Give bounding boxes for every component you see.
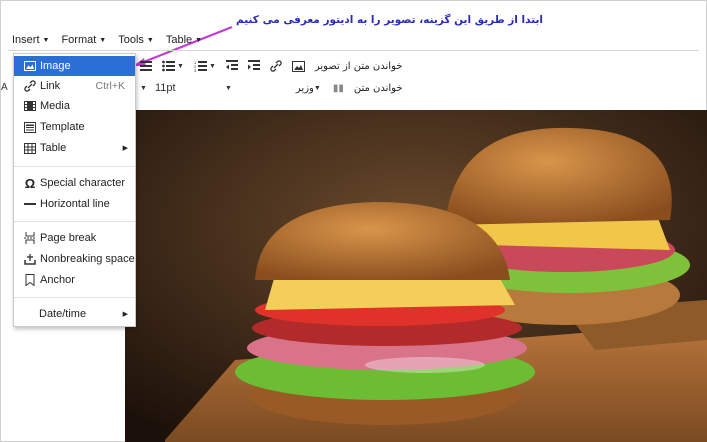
outdent-icon[interactable]: [225, 60, 238, 72]
bookmark-icon: [24, 274, 36, 286]
insert-menu-anchor-label: Anchor: [40, 274, 75, 286]
burger-photo[interactable]: [125, 110, 707, 442]
insert-menu-nonbreaking-space[interactable]: Nonbreaking space: [14, 249, 135, 269]
chevron-right-icon: ▶: [122, 311, 128, 318]
media-icon: [24, 100, 36, 112]
font-size-select[interactable]: 11pt: [155, 82, 225, 94]
menu-insert[interactable]: Insert ▼: [12, 34, 49, 46]
menu-table[interactable]: Table ▼: [166, 34, 202, 46]
insert-menu-image-label: Image: [40, 60, 71, 72]
insert-menu-page-break[interactable]: Page break: [14, 228, 135, 248]
read-text-from-image-button[interactable]: خواندن متن از تصویر: [315, 61, 403, 72]
horizontal-line-icon: [24, 198, 36, 210]
insert-menu-table[interactable]: Table ▶: [14, 138, 135, 158]
numbered-list-button[interactable]: 123 ▼: [194, 60, 216, 72]
insert-menu-horizontal-line-label: Horizontal line: [40, 198, 110, 210]
insert-menu-image[interactable]: Image: [14, 56, 135, 76]
omega-icon: Ω: [24, 175, 36, 191]
menu-separator: [14, 166, 135, 167]
bullet-list-button[interactable]: ▼: [162, 60, 184, 72]
page-break-icon: [24, 232, 36, 244]
insert-menu-template-label: Template: [40, 121, 85, 133]
menu-format-label: Format: [61, 34, 97, 46]
nonbreaking-space-icon: [24, 253, 36, 265]
caret-down-icon: ▼: [140, 84, 147, 92]
bullet-list-icon: [162, 60, 175, 72]
insert-dropdown-menu: Image Link Ctrl+K Media Template Table ▶…: [13, 53, 136, 327]
link-shortcut: Ctrl+K: [95, 80, 125, 92]
caret-down-icon: ▼: [42, 36, 50, 44]
caret-down-icon: ▼: [195, 36, 203, 44]
menu-separator: [14, 221, 135, 222]
table-icon: [24, 142, 36, 154]
insert-menu-datetime[interactable]: Date/time ▶: [14, 304, 135, 324]
font-letter-icon: A: [1, 82, 8, 93]
caret-down-icon: ▼: [224, 84, 232, 92]
insert-menu-nonbreaking-space-label: Nonbreaking space: [40, 253, 135, 265]
numbered-list-icon: 123: [194, 60, 207, 72]
burger-image: [125, 110, 707, 442]
template-icon: [24, 121, 36, 133]
caret-down-icon: ▼: [313, 84, 321, 92]
toolbar-row-2: ▼ 11pt ▼ وزیر ▼ ▮▮ خواندن متن: [140, 79, 403, 97]
insert-menu-media-label: Media: [40, 100, 70, 112]
read-text-button[interactable]: خواندن متن: [354, 83, 403, 94]
align-justify-icon[interactable]: [140, 60, 152, 72]
menubar: Insert ▼ Format ▼ Tools ▼ Table ▼: [12, 31, 202, 49]
svg-text:3: 3: [194, 68, 197, 72]
indent-icon[interactable]: [247, 60, 260, 72]
font-size-value: 11pt: [154, 82, 176, 94]
menubar-divider: [8, 50, 699, 51]
insert-menu-table-label: Table: [40, 142, 67, 154]
pause-icon[interactable]: ▮▮: [333, 83, 344, 94]
toolbar-row-1: ▼ 123 ▼ خواندن متن از تصویر: [140, 57, 402, 75]
chevron-right-icon: ▶: [122, 145, 128, 152]
menu-separator: [14, 297, 135, 298]
insert-menu-link-label: Link: [40, 80, 61, 92]
font-family-select[interactable]: وزیر: [244, 83, 314, 94]
image-icon: [24, 60, 36, 72]
menu-table-label: Table: [165, 34, 193, 46]
menu-tools[interactable]: Tools ▼: [118, 34, 154, 46]
menu-insert-label: Insert: [12, 34, 40, 46]
menu-format[interactable]: Format ▼: [61, 34, 106, 46]
insert-menu-special-character[interactable]: Ω Special character: [14, 173, 135, 193]
link-icon[interactable]: [270, 60, 282, 72]
insert-menu-link[interactable]: Link Ctrl+K: [14, 76, 135, 96]
insert-menu-anchor[interactable]: Anchor: [14, 270, 135, 290]
insert-menu-template[interactable]: Template: [14, 117, 135, 137]
menu-tools-label: Tools: [118, 34, 144, 46]
caret-down-icon: ▼: [99, 36, 107, 44]
insert-menu-horizontal-line[interactable]: Horizontal line: [14, 194, 135, 214]
link-icon: [24, 80, 36, 92]
caret-down-icon: ▼: [208, 62, 216, 70]
caret-down-icon: ▼: [177, 62, 184, 70]
insert-menu-special-character-label: Special character: [40, 177, 125, 189]
insert-menu-media[interactable]: Media: [14, 96, 135, 116]
caret-down-icon: ▼: [146, 36, 154, 44]
font-family-value: وزیر: [295, 82, 314, 94]
image-icon[interactable]: [291, 60, 305, 72]
insert-menu-datetime-label: Date/time: [39, 308, 87, 320]
insert-menu-page-break-label: Page break: [40, 232, 97, 244]
